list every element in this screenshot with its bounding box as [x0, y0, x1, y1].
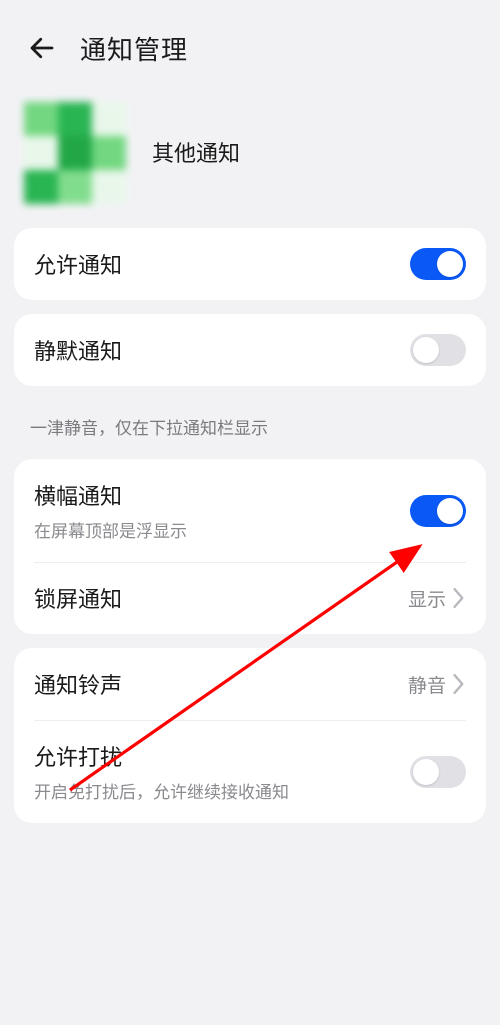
- allow-notification-label: 允许通知: [34, 248, 410, 280]
- row-allow-notification[interactable]: 允许通知: [14, 228, 486, 300]
- page-title: 通知管理: [80, 30, 188, 67]
- ringtone-value: 静音: [408, 671, 446, 698]
- card-silent-notification: 静默通知: [14, 314, 486, 386]
- lockscreen-notification-label: 锁屏通知: [34, 582, 408, 614]
- chevron-right-icon: [452, 673, 466, 695]
- lockscreen-notification-value: 显示: [408, 585, 446, 612]
- row-silent-notification[interactable]: 静默通知: [14, 314, 486, 386]
- page-header: 通知管理: [0, 0, 500, 84]
- app-info: 其他通知: [0, 84, 500, 228]
- row-ringtone[interactable]: 通知铃声 静音: [14, 648, 486, 720]
- allow-disturb-label: 允许打扰: [34, 740, 410, 772]
- card-allow-notification: 允许通知: [14, 228, 486, 300]
- row-banner-notification[interactable]: 横幅通知 在屏幕顶部是浮显示: [14, 459, 486, 562]
- allow-notification-toggle[interactable]: [410, 248, 466, 280]
- silent-hint-text: 一津静音，仅在下拉通知栏显示: [0, 400, 500, 459]
- silent-notification-toggle[interactable]: [410, 334, 466, 366]
- back-arrow-icon: [27, 33, 57, 63]
- row-lockscreen-notification[interactable]: 锁屏通知 显示: [14, 562, 486, 634]
- app-icon: [24, 102, 124, 202]
- silent-notification-label: 静默通知: [34, 334, 410, 366]
- row-allow-disturb[interactable]: 允许打扰 开启免打扰后，允许继续接收通知: [14, 720, 486, 823]
- ringtone-label: 通知铃声: [34, 668, 408, 700]
- banner-notification-label: 横幅通知: [34, 479, 410, 511]
- chevron-right-icon: [452, 587, 466, 609]
- app-name-label: 其他通知: [152, 136, 240, 168]
- allow-disturb-sub: 开启免打扰后，允许继续接收通知: [34, 778, 410, 803]
- allow-disturb-toggle[interactable]: [410, 756, 466, 788]
- back-button[interactable]: [22, 28, 62, 68]
- banner-notification-toggle[interactable]: [410, 495, 466, 527]
- card-ringtone-disturb: 通知铃声 静音 允许打扰 开启免打扰后，允许继续接收通知: [14, 648, 486, 823]
- card-banner-lock: 横幅通知 在屏幕顶部是浮显示 锁屏通知 显示: [14, 459, 486, 634]
- banner-notification-sub: 在屏幕顶部是浮显示: [34, 517, 410, 542]
